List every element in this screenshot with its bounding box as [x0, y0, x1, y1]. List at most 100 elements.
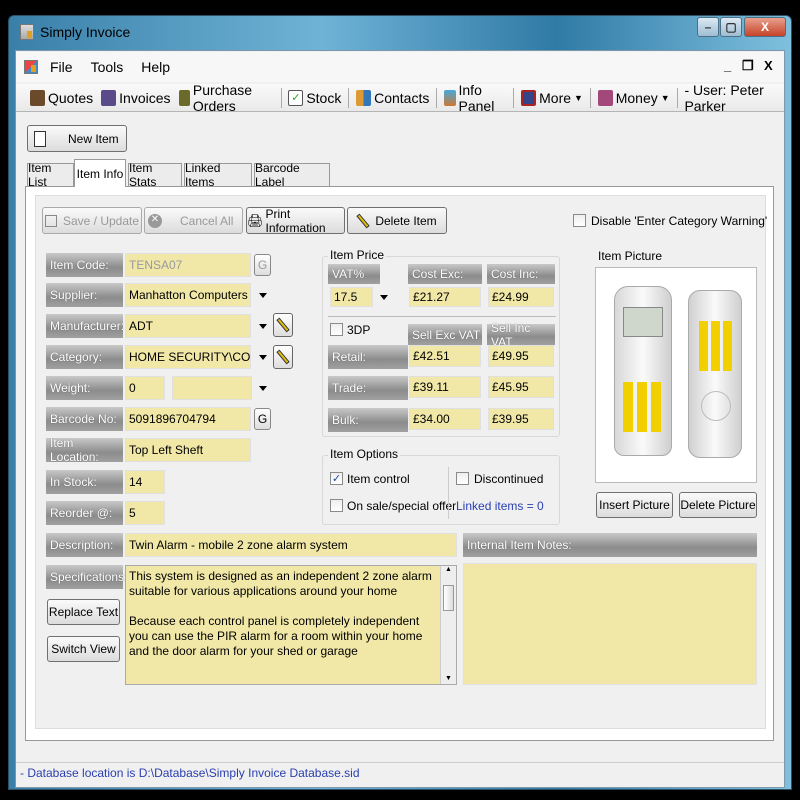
minimize-button[interactable]: – [697, 17, 719, 37]
scroll-up-icon[interactable]: ▲ [441, 566, 456, 573]
toolbar-info-panel[interactable]: Info Panel [440, 82, 510, 114]
weight-field[interactable]: 0 [125, 376, 165, 400]
description-field[interactable]: Twin Alarm - mobile 2 zone alarm system [125, 533, 457, 557]
linked-items-link[interactable]: Linked items = 0 [456, 499, 544, 513]
vat-label: VAT% [328, 264, 380, 284]
item-control-checkbox[interactable]: ✓ [330, 472, 343, 485]
manufacturer-select[interactable]: ADT [125, 314, 251, 338]
cancel-icon: ✕ [148, 213, 162, 228]
tab-barcode-label[interactable]: Barcode Label [254, 161, 330, 189]
bulk-exc-field[interactable]: £34.00 [409, 408, 481, 430]
chevron-down-icon[interactable] [380, 295, 388, 300]
edit-manufacturer-button[interactable] [273, 313, 293, 337]
printer-icon: 🖨 [247, 212, 264, 228]
trade-inc-field[interactable]: £45.95 [488, 376, 554, 398]
weight-unit-select[interactable] [172, 376, 252, 400]
spec-paragraph: Because each control panel is completely… [129, 614, 423, 658]
toolbar-more[interactable]: More ▼ [517, 89, 587, 106]
menu-file[interactable]: File [44, 59, 79, 75]
item-code-field[interactable]: TENSA07 [125, 253, 251, 277]
replace-text-button[interactable]: Replace Text [47, 599, 120, 625]
pencil-icon [276, 317, 290, 333]
chevron-down-icon[interactable] [259, 324, 267, 329]
sensor [701, 391, 731, 421]
item-picture-title: Item Picture [598, 249, 663, 263]
toolbar-contacts[interactable]: Contacts [352, 89, 433, 106]
checkbox-icon: ✓ [288, 89, 304, 106]
cost-inc-field[interactable]: £24.99 [488, 287, 554, 307]
toolbar-money[interactable]: Money ▼ [594, 89, 674, 106]
description-label: Description: [46, 533, 123, 557]
save-update-button[interactable]: Save / Update [42, 207, 142, 234]
item-picture [595, 267, 757, 483]
category-select[interactable]: HOME SECURITY\CONTF [125, 345, 251, 369]
new-item-button[interactable]: New Item [27, 125, 127, 152]
tab-item-info[interactable]: Item Info [74, 159, 126, 187]
in-stock-field[interactable]: 14 [125, 470, 165, 494]
mdi-restore-button[interactable]: ❐ [742, 58, 754, 74]
mdi-close-button[interactable]: X [764, 58, 773, 73]
delete-item-button[interactable]: Delete Item [347, 207, 447, 234]
keypad [623, 382, 663, 432]
scroll-thumb[interactable] [443, 585, 454, 611]
generate-barcode-button[interactable]: G [254, 408, 271, 430]
cost-inc-label: Cost Inc: [487, 264, 555, 284]
chevron-down-icon[interactable] [259, 293, 267, 298]
tab-item-stats[interactable]: Item Stats [128, 161, 182, 189]
supplier-select[interactable]: Manhatton Computers [125, 283, 251, 307]
print-information-button[interactable]: 🖨 Print Information [246, 207, 345, 235]
label: Money [615, 89, 658, 106]
tab-linked-items[interactable]: Linked Items [184, 161, 252, 189]
separator [589, 87, 591, 108]
discontinued-label: Discontinued [474, 472, 544, 486]
save-icon [44, 214, 57, 227]
item-control-label: Item control [347, 472, 410, 486]
specifications-scrollbar[interactable]: ▲ ▼ [440, 566, 456, 684]
retail-exc-field[interactable]: £42.51 [409, 345, 481, 367]
spec-paragraph: This system is designed as an independen… [129, 569, 432, 598]
toolbar-quotes[interactable]: Quotes [26, 89, 97, 106]
weight-label: Weight: [46, 376, 123, 400]
switch-view-button[interactable]: Switch View [47, 636, 120, 662]
cost-exc-field[interactable]: £21.27 [409, 287, 481, 307]
on-sale-checkbox[interactable] [330, 499, 343, 512]
menu-tools[interactable]: Tools [85, 59, 130, 75]
in-stock-label: In Stock: [46, 470, 123, 494]
label: Save / Update [62, 213, 140, 228]
trade-exc-field[interactable]: £39.11 [409, 376, 481, 398]
item-options-title: Item Options [328, 447, 401, 461]
scroll-down-icon[interactable]: ▼ [441, 675, 456, 682]
vat-select[interactable]: 17.5 [330, 287, 373, 307]
label: More [539, 89, 572, 106]
close-button[interactable]: X [744, 17, 786, 37]
specifications-textarea[interactable]: This system is designed as an independen… [125, 565, 457, 685]
internal-notes-textarea[interactable] [463, 563, 757, 685]
on-sale-label: On sale/special offer [347, 499, 457, 513]
disable-category-warning-label: Disable 'Enter Category Warning' [591, 214, 768, 228]
retail-label: Retail: [328, 345, 408, 369]
retail-inc-field[interactable]: £49.95 [488, 345, 554, 367]
generate-code-button[interactable]: G [254, 254, 271, 276]
menu-help[interactable]: Help [135, 59, 176, 75]
menu-bar: File Tools Help [16, 52, 784, 82]
reorder-field[interactable]: 5 [125, 501, 165, 525]
toolbar-invoices[interactable]: Invoices [97, 89, 174, 106]
title-bar: Simply Invoice [20, 17, 130, 47]
bulk-inc-field[interactable]: £39.95 [488, 408, 554, 430]
maximize-button[interactable]: ▢ [720, 17, 742, 37]
toolbar-purchase-orders[interactable]: Purchase Orders [175, 82, 278, 114]
barcode-field[interactable]: 5091896704794 [125, 407, 251, 431]
tab-item-list[interactable]: Item List [27, 161, 74, 189]
discontinued-checkbox[interactable] [456, 472, 469, 485]
toolbar-stock[interactable]: ✓ Stock [284, 89, 345, 106]
edit-category-button[interactable] [273, 345, 293, 369]
insert-picture-button[interactable]: Insert Picture [596, 492, 673, 518]
cancel-all-button[interactable]: ✕ Cancel All [144, 207, 243, 234]
disable-category-warning-checkbox[interactable] [573, 214, 586, 227]
delete-picture-button[interactable]: Delete Picture [679, 492, 757, 518]
mdi-minimize-button[interactable]: _ [724, 58, 731, 73]
chevron-down-icon[interactable] [259, 355, 267, 360]
chevron-down-icon[interactable] [259, 386, 267, 391]
item-location-field[interactable]: Top Left Sheft [125, 438, 251, 462]
3dp-checkbox[interactable] [330, 323, 343, 336]
